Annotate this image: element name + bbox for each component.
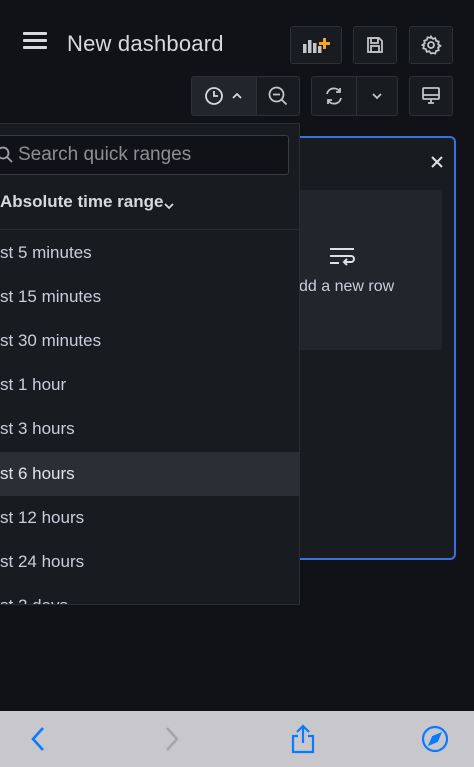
chevron-down-icon — [372, 93, 382, 100]
refresh-icon — [326, 87, 342, 105]
search-input[interactable] — [18, 138, 283, 172]
back-icon — [31, 727, 44, 751]
add-panel-button[interactable] — [290, 26, 342, 64]
share-icon — [291, 724, 315, 754]
refresh-button[interactable] — [311, 76, 357, 116]
quick-range-item[interactable]: st 2 days — [0, 584, 299, 604]
quick-range-item[interactable]: st 1 hour — [0, 363, 299, 407]
zoom-out-icon — [268, 86, 288, 106]
add-row-label: dd a new row — [299, 278, 395, 295]
quick-range-item[interactable]: st 15 minutes — [0, 275, 299, 319]
add-row-icon — [330, 248, 355, 266]
forward-icon — [166, 727, 179, 751]
chevron-down-icon[interactable] — [163, 200, 175, 212]
add-panel-icon — [303, 38, 330, 53]
quick-range-item[interactable]: st 30 minutes — [0, 319, 299, 363]
quick-range-item[interactable]: st 5 minutes — [0, 231, 299, 275]
browser-toolbar — [0, 711, 474, 767]
monitor-icon — [422, 87, 440, 104]
quick-range-item-selected[interactable]: st 6 hours — [0, 452, 299, 496]
tv-mode-button[interactable] — [409, 76, 453, 116]
zoom-out-button[interactable] — [256, 76, 300, 116]
quick-range-item[interactable]: st 12 hours — [0, 496, 299, 540]
add-row-card[interactable] — [299, 190, 442, 350]
gear-icon — [420, 34, 442, 55]
divider — [0, 229, 299, 230]
menu-icon[interactable] — [20, 30, 50, 52]
settings-button[interactable] — [409, 26, 453, 64]
safari-button[interactable] — [414, 711, 456, 767]
refresh-interval-button[interactable] — [356, 76, 398, 116]
share-button[interactable] — [283, 711, 323, 767]
time-range-dropdown: Absolute time range st 5 minutes st 15 m… — [0, 123, 300, 605]
close-icon[interactable] — [428, 153, 446, 171]
absolute-time-range-toggle[interactable]: Absolute time range — [0, 192, 163, 212]
page-title: New dashboard — [67, 31, 224, 56]
time-picker-button[interactable] — [191, 76, 257, 116]
save-button[interactable] — [353, 26, 397, 64]
back-button[interactable] — [18, 711, 58, 767]
search-icon — [0, 146, 13, 163]
save-icon — [367, 37, 383, 53]
forward-button[interactable] — [152, 711, 192, 767]
chevron-up-icon — [232, 92, 242, 99]
quick-range-item[interactable]: st 24 hours — [0, 540, 299, 584]
quick-range-item[interactable]: st 3 hours — [0, 407, 299, 451]
clock-icon — [205, 87, 223, 105]
compass-icon — [421, 725, 449, 753]
